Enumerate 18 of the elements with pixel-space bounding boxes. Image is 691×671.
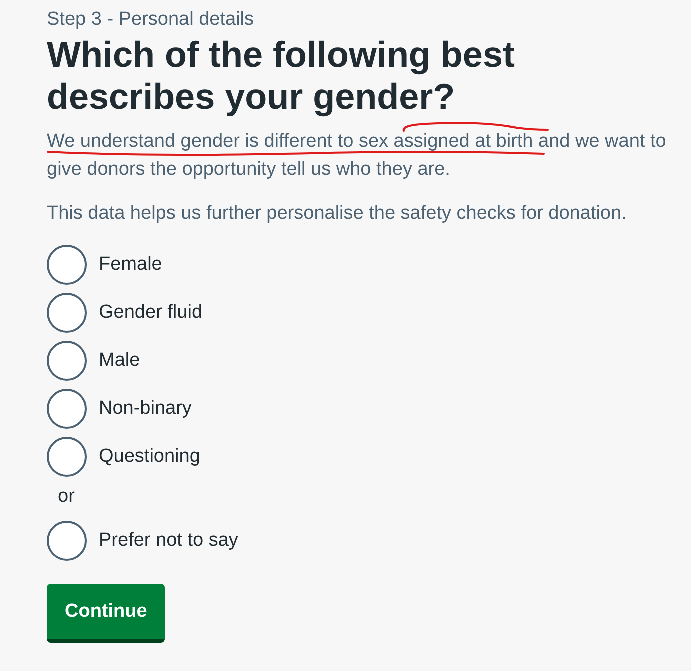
radio-label[interactable]: Female xyxy=(99,253,162,277)
radio-label[interactable]: Prefer not to say xyxy=(99,529,238,553)
radio-label[interactable]: Gender fluid xyxy=(99,301,203,325)
continue-button[interactable]: Continue xyxy=(47,584,166,643)
radio-button[interactable] xyxy=(47,389,87,429)
radio-button[interactable] xyxy=(47,341,87,381)
divider-text: or xyxy=(58,485,75,509)
body-text: We understand gender is different to sex assigned at birth and we want to give donors the opportunity tell us who they are. xyxy=(47,130,668,182)
radio-label[interactable]: Questioning xyxy=(99,445,200,469)
radio-label[interactable]: Male xyxy=(99,349,140,373)
radio-button[interactable] xyxy=(47,521,87,561)
radio-label[interactable]: Non-binary xyxy=(99,397,192,421)
page-heading: Which of the following best describes your gender? xyxy=(47,34,516,118)
body-text: This data helps us further personalise the safety checks for donation. xyxy=(47,202,628,226)
step-label: Step 3 - Personal details xyxy=(47,8,254,32)
radio-button[interactable] xyxy=(47,437,87,477)
radio-button[interactable] xyxy=(47,293,87,333)
radio-button[interactable] xyxy=(47,245,87,285)
